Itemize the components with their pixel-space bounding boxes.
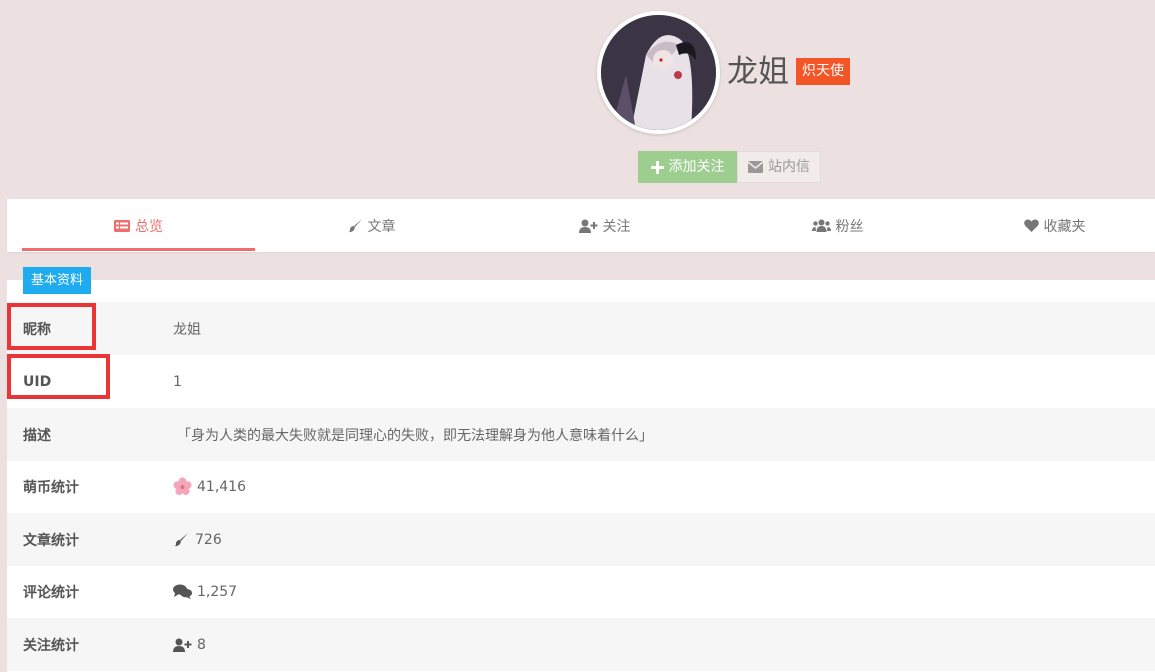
tab-favorites[interactable]: 收藏夹	[954, 199, 1155, 252]
active-tab-indicator	[22, 248, 255, 251]
profile-tabs: 总览 文章 关注 粉丝 收藏夹	[7, 199, 1155, 252]
follow-button[interactable]: 添加关注	[638, 151, 737, 183]
brush-icon	[174, 533, 188, 547]
envelope-icon	[748, 161, 763, 173]
highlight-box-nickname	[7, 303, 96, 350]
row-value: 「身为人类的最大失败就是同理心的失败，即无法理解身为他人意味着什么」	[177, 425, 653, 445]
info-row-nickname: 昵称 龙姐	[7, 302, 1155, 355]
comments-value: 1,257	[197, 583, 238, 600]
tab-label: 总览	[135, 218, 163, 235]
users-icon	[811, 219, 831, 232]
tab-following[interactable]: 关注	[488, 199, 721, 252]
row-value: 1	[173, 374, 182, 390]
section-title: 基本资料	[23, 267, 92, 294]
heart-icon	[1023, 219, 1039, 232]
private-message-label: 站内信	[768, 159, 810, 175]
plus-icon	[650, 160, 664, 174]
follow-button-label: 添加关注	[668, 159, 725, 175]
avatar[interactable]	[597, 11, 720, 134]
sakura-icon	[173, 477, 192, 496]
row-label: 萌币统计	[23, 479, 79, 496]
info-row-comments: 评论统计 1,257	[7, 565, 1155, 618]
rank-badge: 炽天使	[796, 58, 850, 85]
info-row-following: 关注统计 8	[7, 618, 1155, 671]
uid-value: 1	[173, 373, 182, 390]
comments-icon	[173, 584, 192, 599]
private-message-button[interactable]: 站内信	[737, 151, 821, 183]
brush-icon	[347, 219, 362, 233]
tab-label: 粉丝	[835, 218, 864, 235]
nickname-value: 龙姐	[173, 321, 201, 338]
row-value: 41,416	[173, 477, 246, 496]
row-value: 8	[173, 637, 206, 653]
profile-header: 龙姐 炽天使 添加关注 站内信	[0, 0, 1155, 199]
avatar-image	[601, 15, 716, 130]
coins-value: 41,416	[197, 478, 246, 495]
row-label: 描述	[23, 427, 51, 444]
row-value: 龙姐	[173, 319, 201, 339]
tab-label: 收藏夹	[1043, 218, 1086, 235]
tab-label: 关注	[602, 218, 631, 235]
user-plus-icon	[173, 638, 192, 652]
articles-value: 726	[195, 531, 222, 548]
username: 龙姐	[727, 54, 789, 90]
info-row-description: 描述 「身为人类的最大失败就是同理心的失败，即无法理解身为他人意味着什么」	[7, 408, 1155, 461]
list-icon	[114, 219, 130, 232]
row-value: 1,257	[173, 584, 237, 600]
info-row-coins: 萌币统计 41,416	[7, 460, 1155, 513]
description-value: 「身为人类的最大失败就是同理心的失败，即无法理解身为他人意味着什么」	[177, 427, 653, 444]
info-row-uid: UID 1	[7, 355, 1155, 408]
following-value: 8	[197, 636, 206, 653]
tab-articles[interactable]: 文章	[255, 199, 488, 252]
row-label: 关注统计	[23, 637, 79, 654]
row-value: 726	[173, 532, 222, 548]
row-label: 评论统计	[23, 584, 79, 601]
tab-overview[interactable]: 总览	[22, 199, 255, 252]
user-plus-icon	[578, 219, 597, 233]
tab-fans[interactable]: 粉丝	[721, 199, 954, 252]
row-label: 文章统计	[23, 532, 79, 549]
highlight-box-uid	[7, 354, 110, 399]
tab-label: 文章	[367, 218, 396, 235]
info-row-articles: 文章统计 726	[7, 513, 1155, 566]
